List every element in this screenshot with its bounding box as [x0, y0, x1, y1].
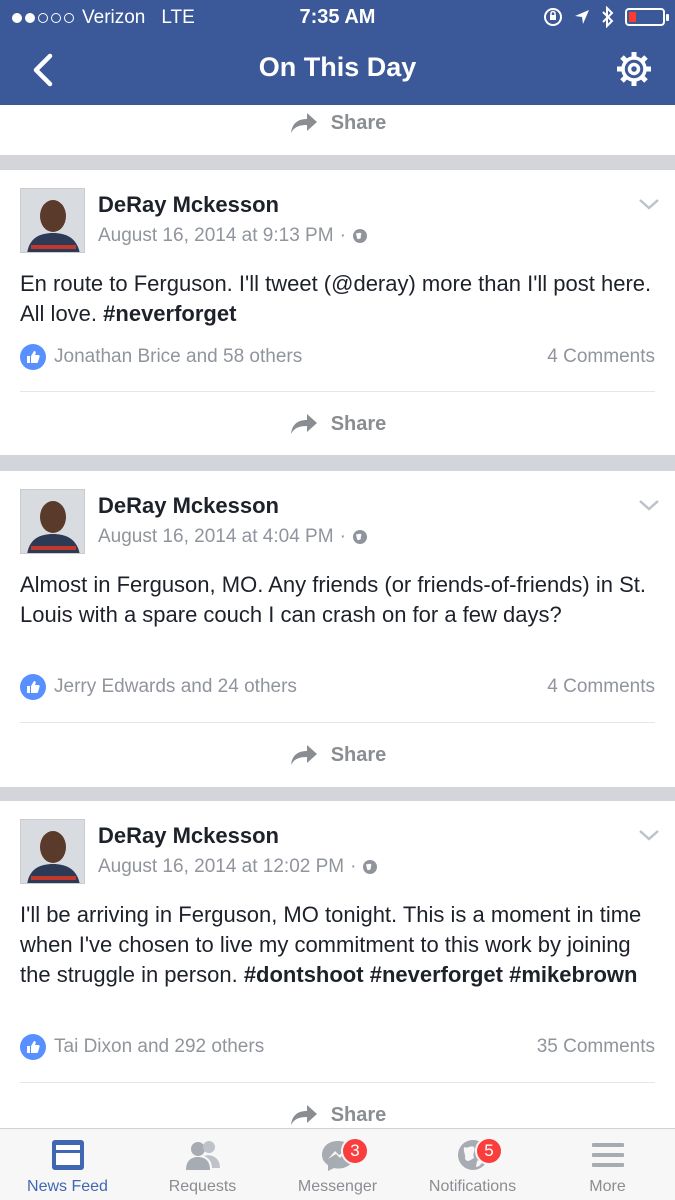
public-globe-icon: [363, 860, 378, 874]
meta-separator: ·: [339, 526, 346, 547]
tab-label: Requests: [168, 1178, 237, 1195]
top-bar: Verizon LTE 7:35 AM On This Day: [0, 0, 675, 105]
post-author[interactable]: DeRay Mckesson: [98, 192, 279, 218]
comments-count[interactable]: 4 Comments: [547, 346, 655, 368]
notifications-badge: 5: [475, 1137, 503, 1165]
share-button[interactable]: Share: [0, 91, 675, 155]
tab-requests[interactable]: Requests: [135, 1129, 270, 1200]
likes-text: Tai Dixon and 292 others: [54, 1036, 265, 1057]
post-text-plain: Almost in Ferguson, MO. Any friends (or …: [20, 572, 647, 627]
post-card: DeRay Mckesson August 16, 2014 at 4:04 P…: [0, 471, 675, 787]
post-timestamp[interactable]: August 16, 2014 at 12:02 PM: [98, 856, 344, 878]
avatar[interactable]: [20, 489, 85, 554]
avatar-photo: [21, 490, 84, 553]
bluetooth-icon: [602, 6, 614, 28]
post-meta: August 16, 2014 at 9:13 PM ·: [98, 225, 368, 247]
comments-count[interactable]: 35 Comments: [537, 1036, 655, 1058]
share-arrow-icon: [290, 414, 317, 434]
post-text: Almost in Ferguson, MO. Any friends (or …: [20, 570, 655, 630]
tab-label: News Feed: [27, 1178, 108, 1195]
share-arrow-icon: [290, 113, 317, 133]
tab-more[interactable]: More: [540, 1129, 675, 1200]
post-card: DeRay Mckesson August 16, 2014 at 9:13 P…: [0, 170, 675, 455]
battery-icon: [625, 8, 669, 26]
likes-summary[interactable]: Jonathan Brice and 58 others: [20, 344, 302, 370]
likes-text: Jerry Edwards and 24 others: [54, 676, 297, 697]
post-reactions: Tai Dixon and 292 others 35 Comments: [20, 1032, 655, 1062]
tab-label: More: [589, 1178, 626, 1195]
chevron-down-icon[interactable]: [638, 827, 660, 843]
location-icon: [575, 10, 589, 24]
page-title: On This Day: [258, 52, 417, 82]
like-thumb-icon: [20, 344, 46, 370]
tab-news-feed[interactable]: News Feed: [0, 1129, 135, 1200]
share-label: Share: [330, 412, 387, 435]
chevron-down-icon[interactable]: [638, 196, 660, 212]
settings-gear-icon[interactable]: [615, 50, 653, 88]
post-meta: August 16, 2014 at 12:02 PM ·: [98, 856, 378, 878]
share-label: Share: [330, 1103, 387, 1126]
share-button[interactable]: Share: [0, 392, 675, 456]
messenger-badge: 3: [341, 1137, 369, 1165]
tab-bar: News Feed Requests Messenger 3 Notificat…: [0, 1128, 675, 1200]
post-timestamp[interactable]: August 16, 2014 at 9:13 PM: [98, 225, 334, 247]
avatar[interactable]: [20, 188, 85, 253]
share-arrow-icon: [290, 745, 317, 765]
post-author[interactable]: DeRay Mckesson: [98, 493, 279, 519]
status-right: [543, 6, 669, 28]
previous-post-tail: Share: [0, 105, 675, 155]
tab-notifications[interactable]: Notifications 5: [405, 1129, 540, 1200]
friend-requests-icon: [185, 1141, 220, 1170]
meta-separator: ·: [350, 856, 357, 877]
post-reactions: Jerry Edwards and 24 others 4 Comments: [20, 672, 655, 702]
hashtag[interactable]: #neverforget: [370, 962, 503, 987]
comments-count[interactable]: 4 Comments: [547, 676, 655, 698]
share-label: Share: [330, 743, 387, 766]
public-globe-icon: [352, 229, 367, 243]
chevron-down-icon[interactable]: [638, 497, 660, 513]
tab-label: Notifications: [428, 1178, 517, 1195]
hashtag[interactable]: #dontshoot: [244, 962, 364, 987]
avatar-photo: [21, 820, 84, 883]
hashtag[interactable]: #neverforget: [103, 301, 236, 326]
avatar-photo: [21, 189, 84, 252]
post-timestamp[interactable]: August 16, 2014 at 4:04 PM: [98, 526, 334, 548]
hashtag[interactable]: #mikebrown: [509, 962, 637, 987]
post-card: DeRay Mckesson August 16, 2014 at 12:02 …: [0, 801, 675, 1131]
likes-summary[interactable]: Jerry Edwards and 24 others: [20, 674, 297, 700]
post-reactions: Jonathan Brice and 58 others 4 Comments: [20, 342, 655, 372]
orientation-lock-icon: [544, 8, 562, 26]
avatar[interactable]: [20, 819, 85, 884]
public-globe-icon: [352, 530, 367, 544]
meta-separator: ·: [339, 225, 346, 246]
share-arrow-icon: [290, 1105, 317, 1125]
post-meta: August 16, 2014 at 4:04 PM ·: [98, 526, 368, 548]
tab-label: Messenger: [297, 1178, 378, 1195]
share-button[interactable]: Share: [0, 723, 675, 787]
like-thumb-icon: [20, 674, 46, 700]
post-author[interactable]: DeRay Mckesson: [98, 823, 279, 849]
likes-summary[interactable]: Tai Dixon and 292 others: [20, 1034, 264, 1060]
share-label: Share: [330, 111, 387, 134]
menu-icon: [591, 1143, 624, 1167]
likes-text: Jonathan Brice and 58 others: [54, 346, 303, 367]
tab-messenger[interactable]: Messenger 3: [270, 1129, 405, 1200]
like-thumb-icon: [20, 1034, 46, 1060]
post-text: En route to Ferguson. I'll tweet (@deray…: [20, 269, 655, 329]
news-feed-icon: [51, 1140, 84, 1170]
post-text: I'll be arriving in Ferguson, MO tonight…: [20, 900, 655, 990]
status-bar: Verizon LTE 7:35 AM: [0, 0, 675, 36]
